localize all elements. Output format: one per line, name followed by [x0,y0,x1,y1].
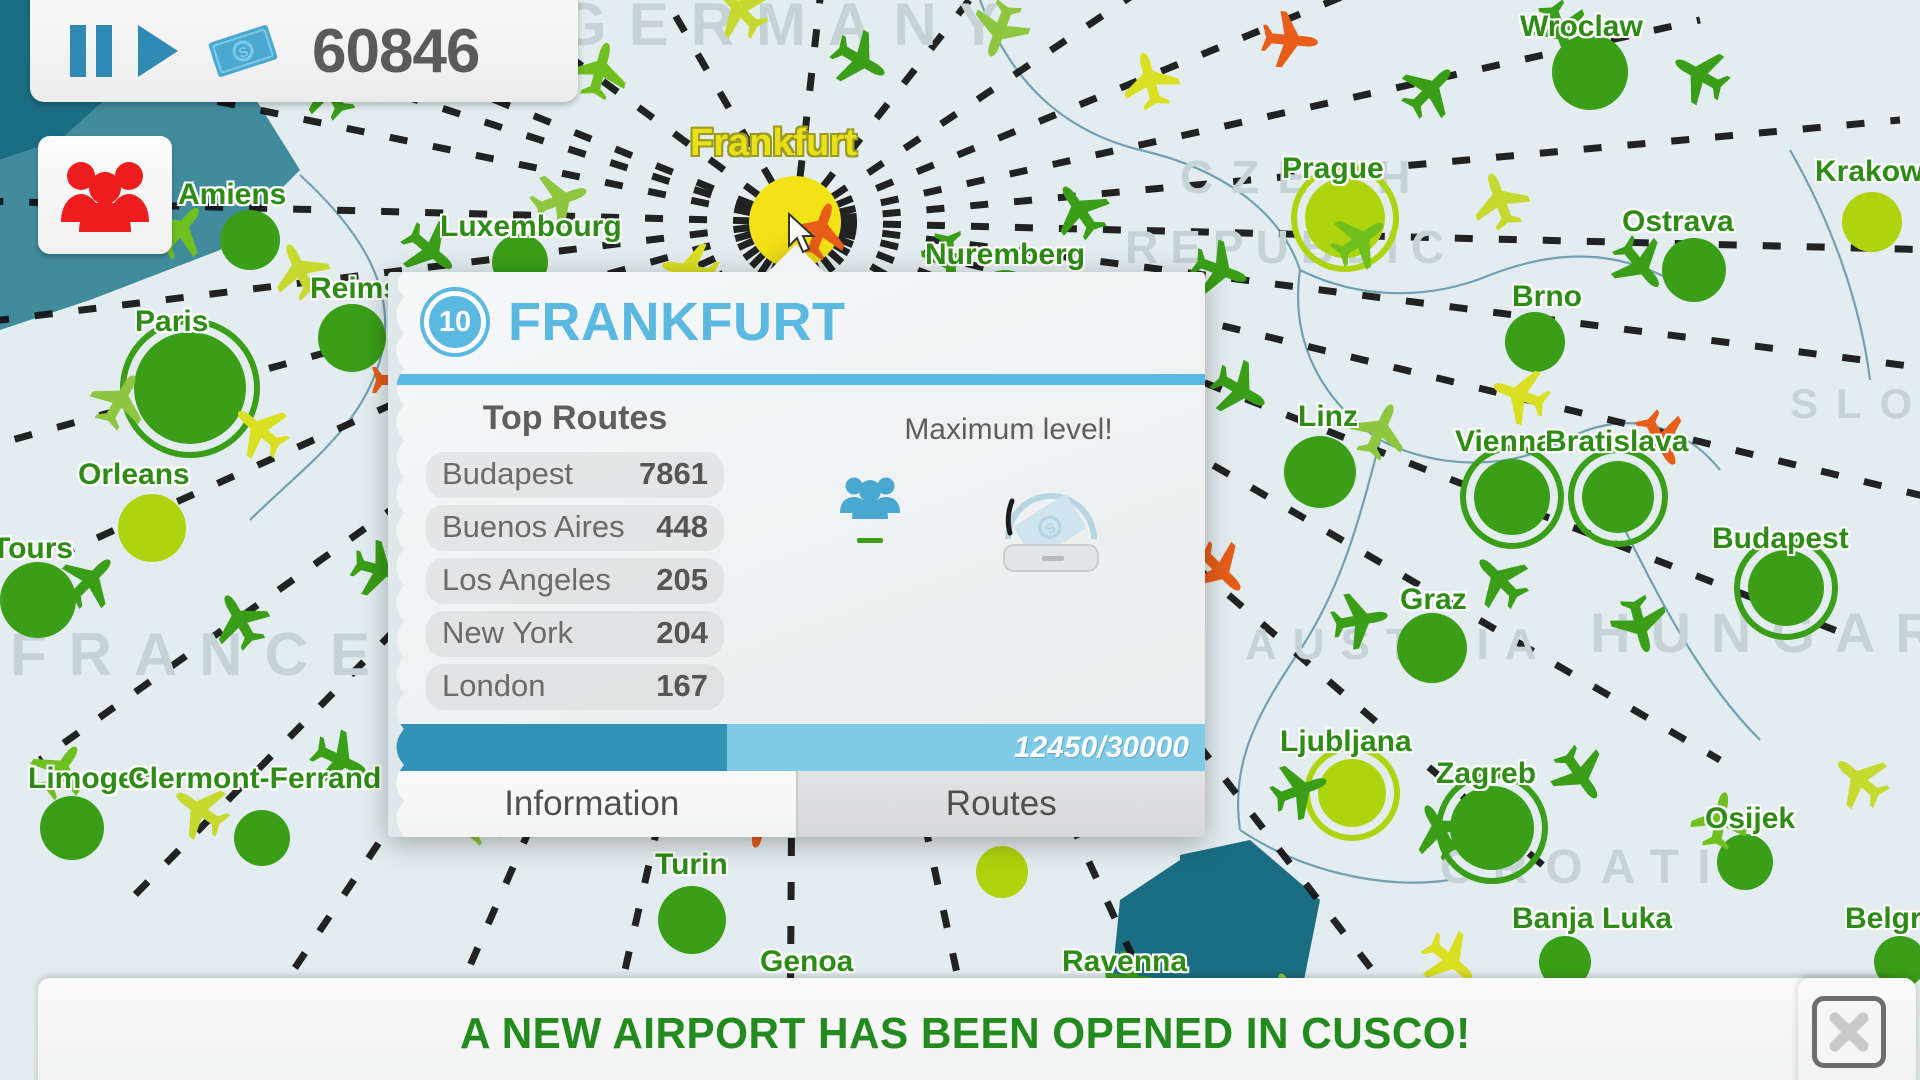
close-icon [1829,1012,1869,1052]
airport-node[interactable] [1662,238,1726,302]
airport-node[interactable] [1436,772,1548,884]
top-routes-panel: Top Routes Budapest 7861 Buenos Aires 448 Lo… [388,385,748,724]
airport-level-badge: 10 [424,291,486,353]
progress-fill [388,724,728,771]
ticket-scallop-edge [388,272,404,837]
route-row[interactable]: Los Angeles 205 [426,558,724,604]
airport-node[interactable] [976,846,1028,898]
pause-icon [70,25,112,77]
money-upgrade-item: S [986,471,1116,588]
route-row[interactable]: Buenos Aires 448 [426,505,724,551]
route-city: London [442,668,546,703]
pause-button[interactable] [70,25,112,77]
play-icon [138,25,178,77]
airport-info-dialog[interactable]: 10 FRANKFURT Top Routes Budapest 7861 Buen… [388,244,1205,837]
staff-button[interactable] [38,136,172,254]
route-city: Los Angeles [442,562,611,597]
dialog-tab-bar[interactable]: Information Routes [388,771,1205,837]
money-amount: 60846 [312,16,480,86]
airport-node[interactable] [1734,536,1838,640]
airport-node[interactable] [40,796,104,860]
airport-node[interactable] [318,304,386,372]
route-passenger-count: 205 [656,562,708,597]
airport-node[interactable] [1552,34,1628,110]
max-level-status: Maximum level! [904,413,1113,446]
airport-node[interactable] [120,318,260,458]
route-city: Budapest [442,456,573,491]
airport-node[interactable] [1717,834,1773,890]
route-row[interactable]: Budapest 7861 [426,452,724,498]
airport-node[interactable] [1568,447,1668,547]
header-divider [388,374,1205,385]
route-row[interactable]: New York 204 [426,611,724,657]
news-message: A NEW AIRPORT HAS BEEN OPENED IN CUSCO! [459,1009,1471,1058]
route-city: New York [442,615,573,650]
news-close-panel [1798,978,1916,1080]
airport-node[interactable] [1304,745,1400,841]
top-routes-heading: Top Routes [482,399,668,437]
airport-node[interactable] [1842,192,1902,252]
route-row[interactable]: London 167 [426,664,724,710]
upgrade-dash-indicator [856,538,883,543]
upgrade-panel: Maximum level! S [748,385,1205,724]
people-group-icon [57,154,153,237]
airport-capacity-progress: 12450/30000 [388,724,1205,771]
banknote-icon: S [204,21,282,81]
play-button[interactable] [138,25,178,77]
news-ticker-banner: A NEW AIRPORT HAS BEEN OPENED IN CUSCO! [38,978,1892,1080]
airport-title: FRANKFURT [508,292,846,352]
route-passenger-count: 204 [656,615,708,650]
airport-node[interactable] [658,886,726,954]
route-passenger-count: 7861 [639,456,708,491]
money-upgrade-icon: S [986,471,1116,588]
route-passenger-count: 167 [656,668,708,703]
tab-information[interactable]: Information [388,771,796,837]
airport-node[interactable] [1291,164,1399,272]
airport-node[interactable] [1284,436,1356,508]
people-group-icon [838,471,902,524]
tab-routes[interactable]: Routes [795,771,1205,837]
staff-upgrade-item[interactable] [838,471,902,543]
top-hud-bar: S 60846 [30,0,578,102]
route-passenger-count: 448 [656,509,708,544]
airport-node[interactable] [1505,312,1565,372]
airport-node[interactable] [234,810,290,866]
airport-node[interactable] [0,562,76,638]
dialog-pointer-tail [766,244,826,274]
airport-node[interactable] [220,210,280,270]
route-city: Buenos Aires [442,509,625,544]
airport-node[interactable] [118,494,186,562]
top-routes-list: Budapest 7861 Buenos Aires 448 Los Angeles 20… [426,452,724,710]
airport-node[interactable] [1460,445,1564,549]
close-news-button[interactable] [1812,996,1886,1068]
dialog-header: 10 FRANKFURT [388,272,1205,372]
progress-label: 12450/30000 [1013,730,1189,764]
airport-node[interactable] [1397,613,1467,683]
